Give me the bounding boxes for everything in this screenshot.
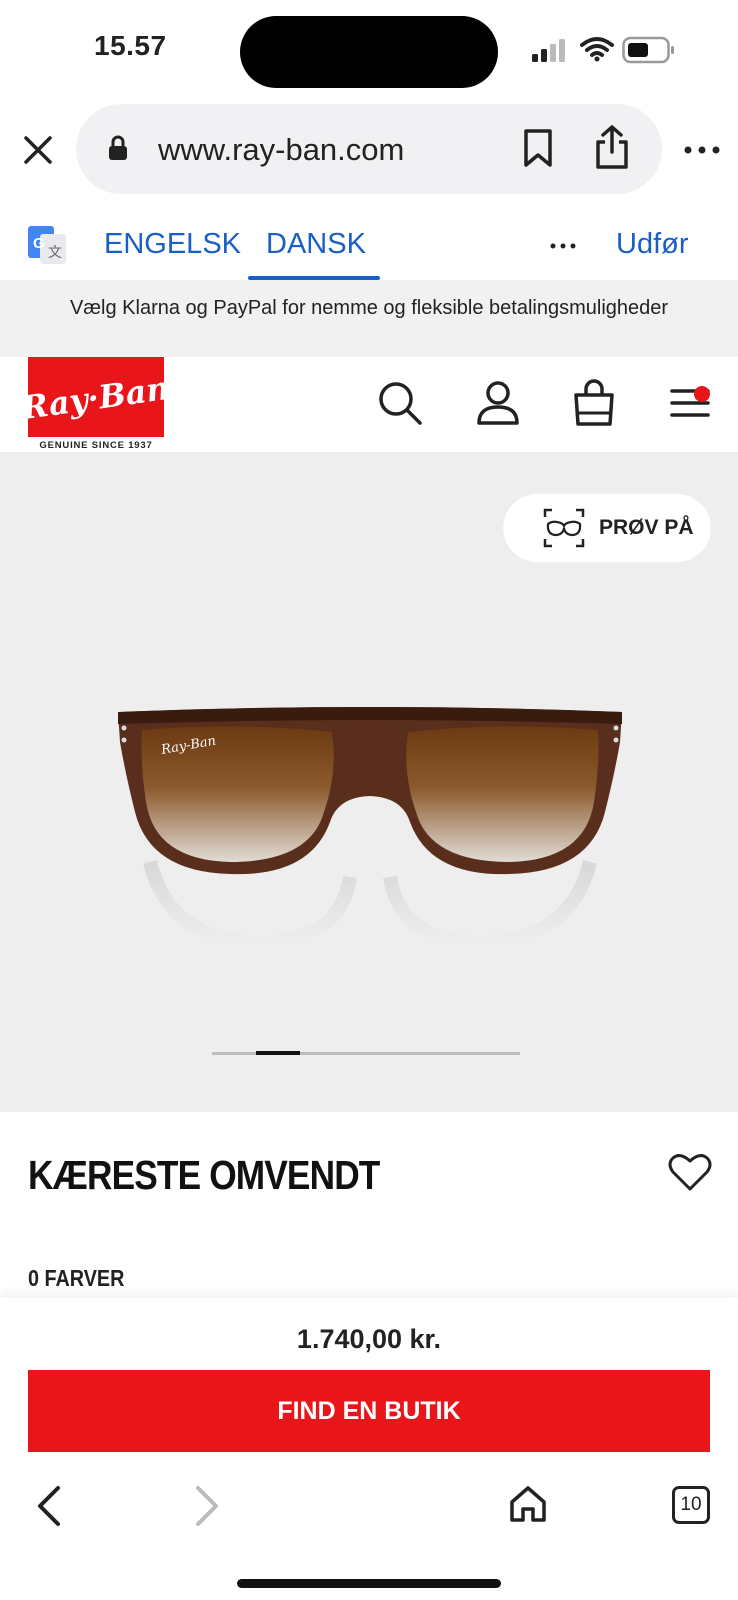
promo-banner[interactable]: Vælg Klarna og PayPal for nemme og fleks… — [0, 280, 738, 357]
url-text: www.ray-ban.com — [158, 132, 405, 167]
translate-bar: G 文 ENGELSK DANSK Udfør — [0, 210, 738, 280]
notification-dot — [694, 386, 710, 402]
battery-icon — [622, 36, 674, 64]
tab-english[interactable]: ENGELSK — [104, 228, 241, 261]
carousel-segment[interactable] — [256, 1051, 300, 1055]
translate-more-icon[interactable] — [550, 242, 576, 250]
carousel-segment[interactable] — [344, 1052, 388, 1055]
product-image-sunglasses: Ray-Ban — [118, 707, 622, 950]
svg-text:G: G — [33, 235, 45, 252]
home-icon[interactable] — [508, 1484, 548, 1524]
status-time: 15.57 — [94, 30, 167, 61]
svg-text:文: 文 — [48, 245, 62, 261]
find-store-button[interactable]: FIND EN BUTIK — [28, 1370, 710, 1452]
product-title: KÆRESTE OMVENDT — [28, 1152, 380, 1198]
lock-icon — [109, 135, 127, 160]
svg-text:GENUINE SINCE 1937: GENUINE SINCE 1937 — [39, 440, 152, 449]
forward-icon[interactable] — [192, 1484, 222, 1528]
virtual-try-on-icon — [543, 508, 585, 548]
colors-count[interactable]: 0 FARVER — [28, 1265, 124, 1292]
menu-icon[interactable] — [666, 379, 714, 427]
favorite-heart-icon[interactable] — [668, 1152, 712, 1192]
wifi-icon — [580, 37, 614, 62]
promo-text: Vælg Klarna og PayPal for nemme og fleks… — [69, 297, 669, 319]
tabs-button[interactable]: 10 — [672, 1486, 710, 1524]
tab-count: 10 — [680, 1494, 702, 1515]
carousel-segment[interactable] — [212, 1052, 256, 1055]
try-on-label: PRØV PÅ — [599, 516, 694, 539]
carousel-segment[interactable] — [388, 1052, 432, 1055]
home-indicator — [237, 1579, 501, 1588]
rayban-logo[interactable]: Ray·Ban GENUINE SINCE 1937 — [28, 357, 164, 449]
try-on-button[interactable]: PRØV PÅ — [503, 494, 711, 562]
find-store-label: FIND EN BUTIK — [277, 1397, 461, 1425]
google-translate-icon: G 文 — [28, 226, 66, 264]
bookmark-icon[interactable] — [522, 128, 554, 168]
site-header: Ray·Ban GENUINE SINCE 1937 — [0, 357, 738, 452]
carousel-segment[interactable] — [432, 1052, 476, 1055]
account-icon[interactable] — [474, 379, 522, 427]
product-image-carousel[interactable]: PRØV PÅ Ray-Ban — [0, 452, 738, 1112]
address-bar[interactable]: www.ray-ban.com — [76, 104, 662, 194]
back-icon[interactable] — [34, 1484, 64, 1528]
dynamic-island — [240, 16, 498, 88]
search-icon[interactable] — [376, 379, 424, 427]
tab-danish[interactable]: DANSK — [266, 228, 366, 261]
purchase-panel: 1.740,00 kr. FIND EN BUTIK — [0, 1298, 738, 1458]
bag-icon[interactable] — [570, 379, 618, 427]
status-bar: 15.57 — [0, 0, 738, 100]
more-options-icon[interactable] — [680, 130, 724, 170]
carousel-segment[interactable] — [476, 1052, 520, 1055]
translate-done-button[interactable]: Udfør — [616, 228, 689, 261]
cellular-signal-icon — [532, 39, 565, 62]
carousel-segment[interactable] — [300, 1052, 344, 1055]
share-icon[interactable] — [594, 124, 630, 170]
close-icon[interactable] — [18, 130, 58, 170]
product-price: 1.740,00 kr. — [296, 1324, 442, 1354]
